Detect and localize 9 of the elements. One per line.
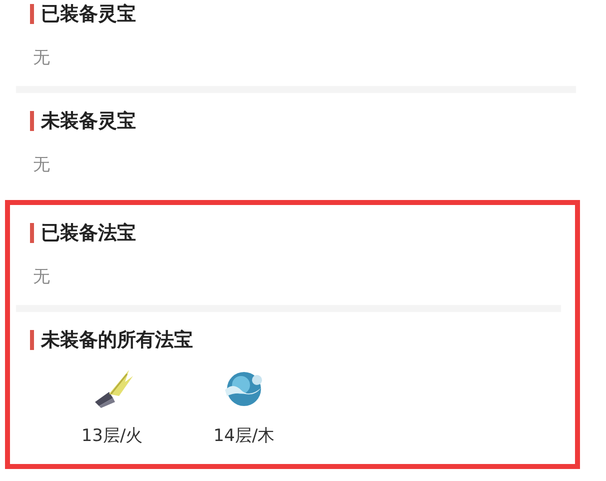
section-title: 未装备的所有法宝: [41, 328, 193, 352]
item-label: 13层/火: [81, 425, 143, 448]
section-title: 未装备灵宝: [41, 109, 136, 133]
item-label: 14层/木: [213, 425, 275, 448]
section-title: 已装备灵宝: [41, 2, 136, 26]
section-title: 已装备法宝: [41, 221, 136, 245]
empty-text: 无: [33, 48, 50, 68]
empty-text: 无: [33, 155, 50, 175]
empty-text: 无: [33, 267, 50, 287]
